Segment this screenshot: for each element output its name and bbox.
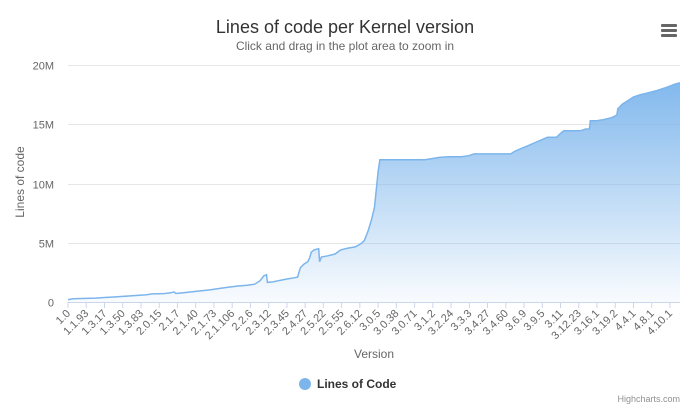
y-tick-labels: 0 5M 10M 15M 20M	[33, 61, 54, 310]
y-tick-label: 15M	[33, 120, 54, 132]
x-axis-title: Version	[354, 347, 394, 361]
y-tick-label: 0	[48, 298, 54, 310]
x-tick-labels: 1.01.1.931.3.171.3.501.3.832.0.152.1.72.…	[54, 308, 675, 342]
plot-area[interactable]	[67, 82, 681, 302]
series-area-lines-of-code[interactable]	[68, 82, 680, 302]
legend[interactable]: Lines of Code	[299, 377, 397, 391]
chart-subtitle: Click and drag in the plot area to zoom …	[236, 39, 454, 53]
legend-series-label[interactable]: Lines of Code	[317, 377, 397, 391]
credits-link[interactable]: Highcharts.com	[617, 394, 680, 404]
y-axis-title: Lines of code	[13, 146, 27, 218]
line-of-code-chart[interactable]: Lines of code per Kernel version Click a…	[0, 0, 690, 409]
legend-series-marker[interactable]	[299, 378, 311, 390]
y-tick-label: 10M	[33, 180, 54, 192]
chart-container: Lines of code per Kernel version Click a…	[0, 0, 690, 409]
context-menu-icon[interactable]	[655, 18, 683, 44]
chart-title: Lines of code per Kernel version	[216, 17, 474, 37]
y-tick-label: 5M	[39, 239, 54, 251]
y-tick-label: 20M	[33, 61, 54, 73]
